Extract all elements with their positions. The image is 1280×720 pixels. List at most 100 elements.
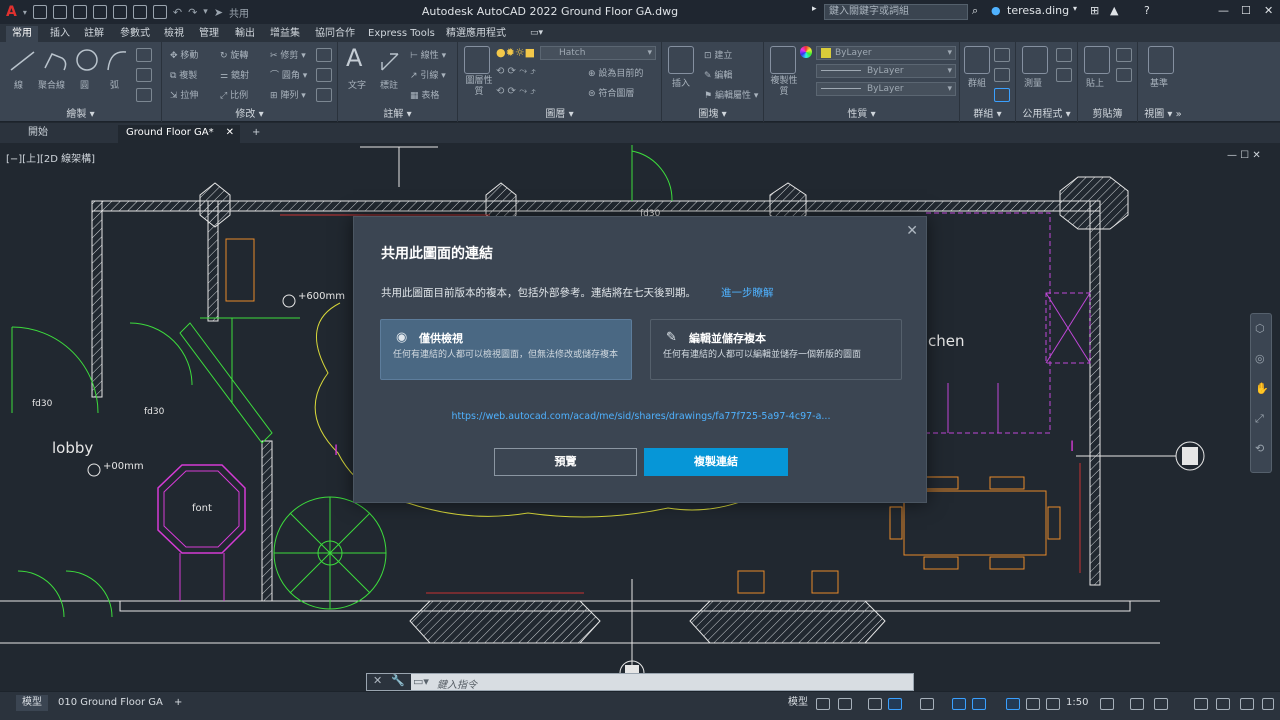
move-tool[interactable]: ✥ 移動 (170, 48, 198, 61)
help-icon[interactable]: ? (1144, 4, 1150, 17)
line-tool-icon[interactable] (8, 48, 38, 74)
mirror-tool[interactable]: ⚌ 鏡射 (220, 68, 249, 81)
tab-annotate[interactable]: 註解 (78, 26, 110, 42)
dimension-tool-icon[interactable] (378, 48, 402, 74)
copy-clip-icon[interactable] (1116, 68, 1132, 82)
set-current-layer[interactable]: ⊕ 設為目前的 (588, 66, 643, 79)
match-layer[interactable]: ⊜ 符合圖層 (588, 86, 634, 99)
rectangle-tool-icon[interactable] (136, 48, 152, 62)
tab-featured-apps[interactable]: 精選應用程式 (440, 26, 512, 42)
trim-tool[interactable]: ✂ 修剪 ▾ (270, 48, 306, 61)
layout-tab-ground-floor[interactable]: 010 Ground Floor GA (52, 695, 169, 711)
polyline-tool-icon[interactable] (42, 48, 70, 74)
maximize-icon[interactable]: ☐ (1241, 4, 1251, 17)
properties-panel-title[interactable]: 性質 ▾ (764, 105, 959, 120)
close-command-line-icon[interactable]: ✕ (373, 674, 382, 687)
arc-tool-icon[interactable] (104, 46, 130, 74)
doc-tab-start[interactable]: 開始 (20, 125, 116, 143)
tab-collaborate[interactable]: 協同合作 (309, 26, 361, 42)
preview-button[interactable]: 預覽 (494, 448, 637, 476)
color-wheel-icon[interactable] (800, 46, 812, 58)
group-select-icon[interactable] (994, 88, 1010, 102)
hatch-tool-icon[interactable] (136, 68, 152, 82)
group-edit-icon[interactable] (994, 68, 1010, 82)
add-layout-icon[interactable]: + (168, 695, 188, 711)
auto-scale-icon[interactable] (1026, 698, 1040, 710)
snap-icon[interactable] (838, 698, 852, 710)
units-icon[interactable] (1154, 698, 1168, 710)
leader-tool[interactable]: ↗ 引線 ▾ (410, 68, 446, 81)
match-properties-icon[interactable] (770, 46, 796, 74)
learn-more-link[interactable]: 進一步瞭解 (721, 285, 774, 300)
viewcube-icon[interactable]: ⬡ (1255, 322, 1265, 335)
model-space-button[interactable]: 模型 (782, 695, 814, 711)
edit-block[interactable]: ✎ 編輯 (704, 68, 732, 81)
groups-panel-title[interactable]: 群組 ▾ (960, 105, 1015, 120)
linear-dim-tool[interactable]: ⊢ 線性 ▾ (410, 48, 446, 61)
customization-menu-icon[interactable] (1262, 698, 1274, 710)
layers-panel-title[interactable]: 圖層 ▾ (458, 105, 661, 120)
hardware-acceleration-icon[interactable] (1216, 698, 1230, 710)
array-tool[interactable]: ⊞ 陣列 ▾ (270, 88, 306, 101)
tab-parametric[interactable]: 參數式 (114, 26, 156, 42)
share-url-link[interactable]: https://web.autocad.com/acad/me/sid/shar… (354, 411, 928, 422)
tab-manage[interactable]: 管理 (193, 26, 225, 42)
erase-tool-icon[interactable] (316, 48, 332, 62)
tab-addins[interactable]: 增益集 (264, 26, 306, 42)
copy-tool[interactable]: ⧉ 複製 (170, 68, 197, 81)
layer-tool-icons-row2[interactable]: ⟲ ⟳ ⤳ ⤴ (496, 86, 536, 97)
table-tool[interactable]: ▦ 表格 (410, 88, 439, 101)
base-view-icon[interactable] (1148, 46, 1174, 74)
rotate-tool[interactable]: ↻ 旋轉 (220, 48, 248, 61)
stretch-tool[interactable]: ⇲ 拉伸 (170, 88, 198, 101)
annotation-visibility-icon[interactable] (1006, 698, 1020, 710)
linetype-dropdown[interactable]: ByLayer ▾ (816, 64, 956, 78)
tab-view[interactable]: 檢視 (158, 26, 190, 42)
layout-tab-model[interactable]: 模型 (16, 695, 48, 711)
steering-wheel-icon[interactable]: ◎ (1255, 352, 1265, 365)
navigation-bar[interactable]: ⬡ ◎ ✋ ⤢ ⟲ (1250, 313, 1272, 473)
view-panel-title[interactable]: 視圖 ▾ » (1138, 105, 1188, 120)
minimize-icon[interactable]: — (1218, 4, 1229, 17)
annotation-panel-title[interactable]: 註解 ▾ (338, 105, 457, 120)
ungroup-icon[interactable] (994, 48, 1010, 62)
search-expand-icon[interactable]: ▸ (812, 4, 817, 14)
annotation-scale-icon[interactable] (1046, 698, 1060, 710)
isodraft-icon[interactable] (920, 698, 934, 710)
offset-tool-icon[interactable] (316, 88, 332, 102)
measure-icon[interactable] (1022, 46, 1048, 74)
explode-tool-icon[interactable] (316, 68, 332, 82)
workspace-gear-icon[interactable] (1100, 698, 1114, 710)
fillet-tool[interactable]: ⌒ 圓角 ▾ (270, 68, 307, 81)
user-name[interactable]: teresa.ding (1007, 4, 1069, 17)
annotation-monitor-icon[interactable] (1130, 698, 1144, 710)
circle-tool-icon[interactable] (74, 46, 100, 74)
isolate-objects-icon[interactable] (1194, 698, 1208, 710)
annotation-scale-value[interactable]: 1:50 (1060, 695, 1094, 711)
ribbon-minimize-icon[interactable]: ▭▾ (524, 26, 549, 42)
tab-express-tools[interactable]: Express Tools (362, 26, 441, 42)
insert-block-icon[interactable] (668, 46, 694, 74)
command-customize-icon[interactable]: 🔧 (391, 674, 405, 687)
orbit-icon[interactable]: ⟲ (1255, 442, 1264, 455)
tab-home[interactable]: 常用 (6, 26, 38, 42)
layer-state-icons[interactable]: ●✹☼■ (496, 46, 535, 59)
edit-save-option[interactable]: ✎ 編輯並儲存複本 任何有連結的人都可以編輯並儲存一個新版的圖面 (650, 319, 902, 380)
calculator-icon[interactable] (1056, 48, 1072, 62)
search-input[interactable]: 鍵入關鍵字或詞組 (824, 4, 968, 20)
command-input[interactable]: 鍵入指令 (437, 676, 477, 691)
close-tab-icon[interactable]: ✕ (226, 125, 234, 141)
pan-icon[interactable]: ✋ (1255, 382, 1269, 395)
region-tool-icon[interactable] (136, 88, 152, 102)
cut-icon[interactable] (1116, 48, 1132, 62)
create-block[interactable]: ⊡ 建立 (704, 48, 732, 61)
block-panel-title[interactable]: 圖塊 ▾ (662, 105, 763, 120)
utilities-panel-title[interactable]: 公用程式 ▾ (1016, 105, 1077, 120)
user-icon[interactable]: ● (991, 4, 1001, 17)
command-line-handle[interactable]: ✕ 🔧 (367, 674, 411, 690)
object-snap-tracking-icon[interactable] (952, 698, 966, 710)
ortho-icon[interactable] (868, 698, 882, 710)
modify-panel-title[interactable]: 修改 ▾ (162, 105, 337, 120)
view-only-option[interactable]: ◉ 僅供檢視 任何有連結的人都可以檢視圖面，但無法修改或儲存複本 (380, 319, 632, 380)
color-dropdown[interactable]: ByLayer ▾ (816, 46, 956, 60)
